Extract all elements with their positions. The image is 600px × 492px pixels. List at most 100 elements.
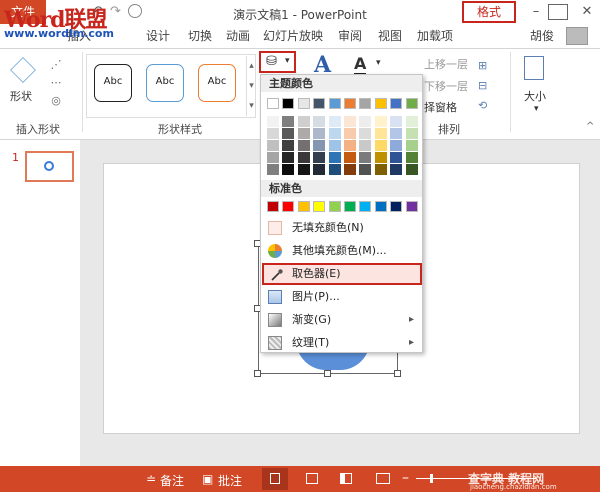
standard-color-swatch[interactable] <box>374 201 387 212</box>
theme-shade-swatch[interactable] <box>374 152 387 163</box>
picture-fill-item[interactable]: 图片(P)... <box>262 286 422 308</box>
gallery-scroll[interactable]: ▴ ▾ ▾ <box>246 56 256 116</box>
standard-color-swatch[interactable] <box>282 201 295 212</box>
shape-fill-button[interactable]: ⛁ ▾ <box>259 51 296 73</box>
style-sample-orange[interactable]: Abc <box>198 64 236 102</box>
align-icons[interactable]: ⊞ ⊟ ⟲ <box>478 56 498 116</box>
theme-shade-swatch[interactable] <box>313 164 326 175</box>
theme-shade-swatch[interactable] <box>359 164 372 175</box>
theme-shade-swatch[interactable] <box>359 140 372 151</box>
shape-button[interactable]: 形状 <box>10 88 32 104</box>
theme-shade-swatch[interactable] <box>297 152 310 163</box>
selection-pane-button[interactable]: 择窗格 <box>424 99 457 115</box>
theme-color-swatch[interactable] <box>359 98 372 109</box>
theme-color-swatch[interactable] <box>405 98 418 109</box>
theme-shade-swatch[interactable] <box>282 140 295 151</box>
notes-button[interactable]: 备注 <box>160 472 184 489</box>
theme-shade-swatch[interactable] <box>405 164 418 175</box>
tab-transitions[interactable]: 切换 <box>182 24 218 48</box>
edit-shape-icons[interactable]: ⋰ ⋯ ◎ <box>44 56 68 116</box>
standard-color-swatch[interactable] <box>313 201 326 212</box>
standard-color-swatch[interactable] <box>297 201 310 212</box>
theme-shade-swatch[interactable] <box>328 152 341 163</box>
standard-color-swatch[interactable] <box>267 201 279 212</box>
theme-shade-swatch[interactable] <box>374 116 387 127</box>
theme-shade-swatch[interactable] <box>344 140 356 151</box>
theme-shade-swatch[interactable] <box>344 164 356 175</box>
style-sample-dark[interactable]: Abc <box>94 64 132 102</box>
theme-color-swatch[interactable] <box>297 98 310 109</box>
theme-shade-swatch[interactable] <box>405 128 418 139</box>
theme-shade-swatch[interactable] <box>297 116 310 127</box>
resize-handle[interactable] <box>394 370 401 377</box>
no-fill-item[interactable]: 无填充颜色(N) <box>262 217 422 239</box>
theme-shade-swatch[interactable] <box>282 128 295 139</box>
tab-slideshow[interactable]: 幻灯片放映 <box>260 24 326 48</box>
theme-shade-swatch[interactable] <box>390 116 403 127</box>
theme-shade-swatch[interactable] <box>282 152 295 163</box>
tab-format[interactable]: 格式 <box>462 1 516 23</box>
theme-shade-swatch[interactable] <box>344 152 356 163</box>
tab-review[interactable]: 审阅 <box>332 24 368 48</box>
standard-color-swatch[interactable] <box>405 201 418 212</box>
theme-shade-swatch[interactable] <box>313 116 326 127</box>
theme-shade-swatch[interactable] <box>405 140 418 151</box>
theme-shade-swatch[interactable] <box>344 116 356 127</box>
theme-shade-swatch[interactable] <box>313 152 326 163</box>
slide-sorter-icon[interactable] <box>306 473 318 484</box>
user-name[interactable]: 胡俊 <box>522 24 562 48</box>
minimize-button[interactable]: – <box>523 2 549 22</box>
theme-shade-swatch[interactable] <box>267 140 279 151</box>
chevron-down-icon[interactable]: ▾ <box>376 58 381 68</box>
theme-shade-swatch[interactable] <box>390 152 403 163</box>
theme-shade-swatch[interactable] <box>282 116 295 127</box>
zoom-out-icon[interactable]: – <box>402 470 409 486</box>
bring-forward-button[interactable]: 上移一层 <box>424 56 468 72</box>
theme-shade-swatch[interactable] <box>359 152 372 163</box>
slideshow-icon[interactable] <box>376 473 390 484</box>
theme-shade-swatch[interactable] <box>328 128 341 139</box>
theme-shade-swatch[interactable] <box>405 152 418 163</box>
tab-addins[interactable]: 加载项 <box>412 24 458 48</box>
comments-icon[interactable]: ▣ <box>202 472 213 486</box>
size-button[interactable]: 大小 <box>524 88 546 104</box>
theme-shade-swatch[interactable] <box>267 164 279 175</box>
size-icon[interactable] <box>524 56 544 80</box>
tab-animations[interactable]: 动画 <box>220 24 256 48</box>
theme-shade-swatch[interactable] <box>359 128 372 139</box>
theme-color-swatch[interactable] <box>328 98 341 109</box>
theme-shade-swatch[interactable] <box>328 164 341 175</box>
theme-color-swatch[interactable] <box>344 98 356 109</box>
theme-color-swatch[interactable] <box>267 98 279 109</box>
send-backward-button[interactable]: 下移一层 <box>424 78 468 94</box>
theme-shade-swatch[interactable] <box>359 116 372 127</box>
theme-shade-swatch[interactable] <box>344 128 356 139</box>
tab-view[interactable]: 视图 <box>372 24 408 48</box>
theme-color-swatch[interactable] <box>390 98 403 109</box>
redo-icon[interactable]: ↷ <box>110 4 121 19</box>
standard-color-swatch[interactable] <box>328 201 341 212</box>
style-sample-blue[interactable]: Abc <box>146 64 184 102</box>
maximize-button[interactable] <box>548 4 568 20</box>
theme-color-swatch[interactable] <box>282 98 295 109</box>
theme-shade-swatch[interactable] <box>267 116 279 127</box>
more-fill-colors-item[interactable]: 其他填充颜色(M)... <box>262 240 422 262</box>
theme-shade-swatch[interactable] <box>313 128 326 139</box>
theme-shade-swatch[interactable] <box>267 128 279 139</box>
theme-shade-swatch[interactable] <box>282 164 295 175</box>
theme-shade-swatch[interactable] <box>313 140 326 151</box>
theme-shade-swatch[interactable] <box>297 140 310 151</box>
theme-color-swatch[interactable] <box>374 98 387 109</box>
theme-shade-swatch[interactable] <box>328 140 341 151</box>
theme-shade-swatch[interactable] <box>390 164 403 175</box>
tab-design[interactable]: 设计 <box>140 24 176 48</box>
theme-shade-swatch[interactable] <box>374 128 387 139</box>
user-avatar[interactable] <box>566 27 588 45</box>
reading-view-icon[interactable] <box>340 473 352 484</box>
theme-shade-swatch[interactable] <box>390 140 403 151</box>
theme-shade-swatch[interactable] <box>374 140 387 151</box>
standard-color-swatch[interactable] <box>390 201 403 212</box>
comments-button[interactable]: 批注 <box>218 472 242 489</box>
resize-handle[interactable] <box>324 370 331 377</box>
resize-handle[interactable] <box>254 370 261 377</box>
